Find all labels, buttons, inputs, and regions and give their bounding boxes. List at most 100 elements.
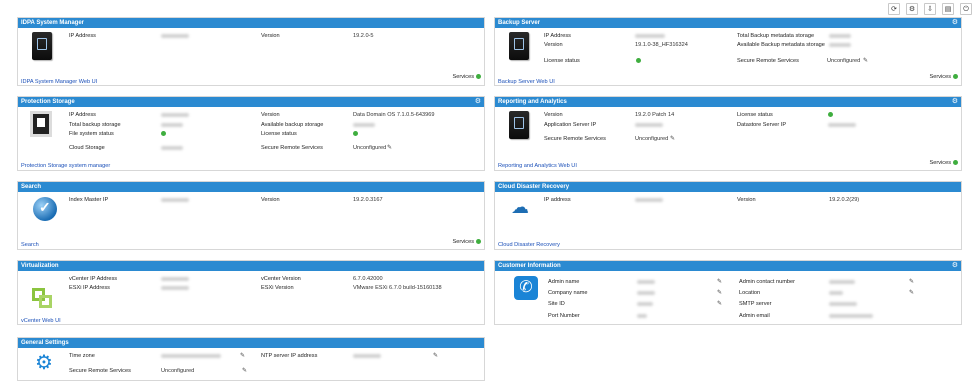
ip-address-label: IP address: [544, 197, 571, 203]
system-manager-panel: IDPA System Manager IP Address Version 1…: [17, 17, 485, 86]
cloud-disaster-recovery-link[interactable]: Cloud Disaster Recovery: [498, 242, 560, 248]
panel-title: IDPA System Manager: [21, 20, 85, 26]
edit-icon[interactable]: ✎: [863, 57, 868, 64]
esxi-version-value: VMware ESXi 6.7.0 build-15160138: [353, 285, 442, 291]
settings-icon[interactable]: ⚙: [906, 3, 918, 15]
backup-server-web-ui-link[interactable]: Backup Server Web UI: [498, 79, 555, 85]
ip-address-value: [161, 34, 189, 38]
reporting-analytics-web-ui-link[interactable]: Reporting and Analytics Web UI: [498, 163, 577, 169]
edit-icon[interactable]: ✎: [909, 289, 914, 296]
edit-icon[interactable]: ✎: [433, 352, 438, 359]
secure-remote-services-value: Unconfigured: [635, 136, 669, 142]
ntp-server-ip-value: [353, 354, 381, 358]
version-label: Version: [261, 33, 280, 39]
company-name-label: Company name: [548, 290, 588, 296]
port-number-label: Port Number: [548, 313, 580, 319]
server-logo-icon: [32, 32, 52, 60]
gear-icon[interactable]: ⚙: [952, 18, 958, 28]
time-zone-label: Time zone: [69, 353, 95, 359]
protection-storage-panel: Protection Storage ⚙ IP Address Total bac…: [17, 96, 485, 171]
panel-header: Virtualization: [18, 261, 484, 271]
services-status: Services: [930, 160, 958, 166]
status-ok-icon: [476, 239, 481, 244]
secure-remote-services-label: Secure Remote Services: [737, 58, 799, 64]
vcenter-version-value: 6.7.0.42000: [353, 276, 383, 282]
vcenter-version-label: vCenter Version: [261, 276, 301, 282]
services-status: Services: [453, 239, 481, 245]
cloud-storage-label: Cloud Storage: [69, 145, 105, 151]
admin-name-value: [637, 280, 655, 284]
refresh-icon[interactable]: ⟳: [888, 3, 900, 15]
services-status: Services: [453, 74, 481, 80]
edit-icon[interactable]: ✎: [240, 352, 245, 359]
ip-address-value: [635, 198, 663, 202]
panel-title: Search: [21, 184, 42, 190]
status-ok-icon: [953, 160, 958, 165]
secure-remote-services-label: Secure Remote Services: [261, 145, 323, 151]
status-ok-icon: [476, 74, 481, 79]
index-master-ip-label: Index Master IP: [69, 197, 109, 203]
document-icon[interactable]: ▤: [942, 3, 954, 15]
version-value: Data Domain OS 7.1.0.5-643969: [353, 112, 435, 118]
search-panel: Search Index Master IP Version 19.2.0.31…: [17, 181, 485, 250]
vcenter-web-ui-link[interactable]: vCenter Web UI: [21, 318, 61, 324]
panel-header: General Settings: [18, 338, 484, 348]
power-icon[interactable]: ⏻: [960, 3, 972, 15]
server-logo-icon: [509, 32, 529, 60]
search-link[interactable]: Search: [21, 242, 39, 248]
panel-title: Virtualization: [21, 263, 59, 269]
esxi-ip-address-label: ESXi IP Address: [69, 285, 110, 291]
panel-header: Protection Storage ⚙: [18, 97, 484, 107]
edit-icon[interactable]: ✎: [242, 367, 247, 374]
available-backup-storage-value: [353, 123, 375, 127]
cloud-clock-icon: ☁: [511, 197, 529, 217]
edit-icon[interactable]: ✎: [387, 144, 392, 151]
ip-address-label: IP Address: [69, 112, 96, 118]
version-label: Version: [737, 197, 756, 203]
panel-header: IDPA System Manager: [18, 18, 484, 28]
gear-icon[interactable]: ⚙: [952, 261, 958, 271]
system-manager-web-ui-link[interactable]: IDPA System Manager Web UI: [21, 79, 97, 85]
panel-header: Customer Information ⚙: [495, 261, 961, 271]
reporting-analytics-panel: Reporting and Analytics ⚙ Version 19.2.0 …: [494, 96, 962, 171]
top-toolbar: ⟳ ⚙ ⇩ ▤ ⏻: [888, 3, 972, 15]
settings-gear-icon: ⚙: [35, 352, 53, 374]
phone-icon: ✆: [514, 276, 538, 300]
location-label: Location: [739, 290, 761, 296]
cloud-disaster-recovery-panel: Cloud Disaster Recovery ☁ IP address Ver…: [494, 181, 962, 250]
gear-icon[interactable]: ⚙: [475, 97, 481, 107]
version-value: 19.2.0.2(29): [829, 197, 860, 203]
backup-server-panel: Backup Server ⚙ IP Address Version 19.1.0…: [494, 17, 962, 86]
gear-icon[interactable]: ⚙: [952, 97, 958, 107]
search-logo-icon: [33, 197, 57, 221]
version-label: Version: [261, 112, 280, 118]
secure-remote-services-value: Unconfigured: [161, 368, 195, 374]
smtp-server-label: SMTP server: [739, 301, 772, 307]
edit-icon[interactable]: ✎: [670, 135, 675, 142]
edit-icon[interactable]: ✎: [717, 300, 722, 307]
edit-icon[interactable]: ✎: [717, 278, 722, 285]
panel-header: Reporting and Analytics ⚙: [495, 97, 961, 107]
ip-address-value: [635, 34, 665, 38]
vcenter-ip-address-value: [161, 277, 189, 281]
edit-icon[interactable]: ✎: [717, 289, 722, 296]
admin-contact-number-value: [829, 280, 855, 284]
time-zone-value: [161, 354, 221, 358]
protection-storage-link[interactable]: Protection Storage system manager: [21, 163, 110, 169]
ip-address-label: IP Address: [544, 33, 571, 39]
panel-title: Cloud Disaster Recovery: [498, 184, 570, 190]
admin-email-label: Admin email: [739, 313, 770, 319]
secure-remote-services-label: Secure Remote Services: [69, 368, 131, 374]
panel-title: Reporting and Analytics: [498, 99, 567, 105]
export-icon[interactable]: ⇩: [924, 3, 936, 15]
total-metadata-value: [829, 34, 851, 38]
panel-header: Search: [18, 182, 484, 192]
services-label: Services: [452, 239, 474, 245]
datastore-server-ip-value: [828, 123, 856, 127]
version-value: 19.2.0.3167: [353, 197, 383, 203]
edit-icon[interactable]: ✎: [909, 278, 914, 285]
vcenter-ip-address-label: vCenter IP Address: [69, 276, 118, 282]
storage-logo-icon: [30, 111, 52, 137]
location-value: [829, 291, 843, 295]
admin-email-value: [829, 314, 873, 318]
